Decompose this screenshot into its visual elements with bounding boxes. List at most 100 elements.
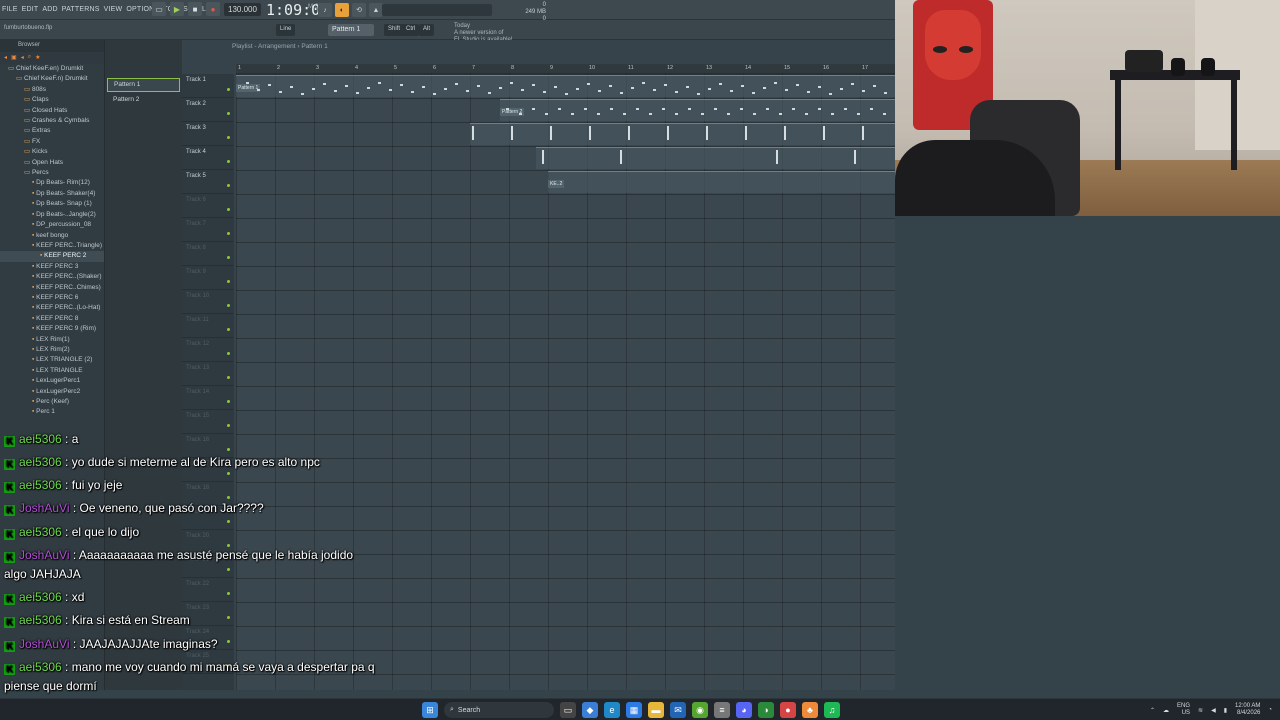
browser-item[interactable]: ▭ Open Hats [0, 158, 104, 168]
browser-item[interactable]: ▪ LEX Rim(1) [0, 335, 104, 345]
browser-item[interactable]: ▪ Perc 1 [0, 407, 104, 417]
track-mute-icon[interactable] [227, 184, 230, 187]
browser-item[interactable]: ▪ LexLugerPerc2 [0, 387, 104, 397]
pattern-selector[interactable]: Pattern 1 [328, 24, 374, 36]
clock[interactable]: 12:00 AM 8/4/2026 [1235, 703, 1260, 717]
browser-item[interactable]: ▭ Closed Hats [0, 106, 104, 116]
record-button[interactable]: ● [206, 2, 220, 16]
browser-item[interactable]: ▭ Extras [0, 126, 104, 136]
copilot-icon[interactable]: ◆ [582, 702, 598, 718]
browser-item[interactable]: ▪ KEEF PERC..Triangle) [0, 241, 104, 251]
browser-item[interactable]: ▭ Percs [0, 168, 104, 178]
track-mute-icon[interactable] [227, 88, 230, 91]
play-button[interactable]: ▶ [170, 2, 184, 16]
tempo-display[interactable]: 130.000 [224, 2, 261, 16]
track-header[interactable]: Track 9 [182, 266, 234, 290]
obs-icon[interactable]: ● [780, 702, 796, 718]
windows-start-icon[interactable]: ⊞ [422, 702, 438, 718]
menu-add[interactable]: ADD [40, 6, 59, 13]
wifi-icon[interactable]: ≋ [1198, 707, 1203, 714]
track-mute-icon[interactable] [227, 328, 230, 331]
step-edit-icon[interactable]: ▲ [369, 3, 383, 17]
track-mute-icon[interactable] [227, 352, 230, 355]
browser-item[interactable]: ▭ FX [0, 137, 104, 147]
language-indicator[interactable]: ENG US [1177, 703, 1190, 717]
cloud-icon[interactable]: ☁ [1163, 707, 1169, 714]
track-mute-icon[interactable] [227, 256, 230, 259]
browser-item[interactable]: ▪ Dp Beats- Rim(12) [0, 178, 104, 188]
stop-button[interactable]: ■ [188, 2, 202, 16]
edge-icon[interactable]: e [604, 702, 620, 718]
master-volume-slider[interactable] [382, 4, 492, 16]
time-ruler[interactable]: 1 2 3 4 5 6 7 8 9 10 11 12 13 14 15 16 17 [236, 64, 895, 74]
browser-item[interactable]: ▪ KEEF PERC 2 [0, 251, 104, 262]
snap-select[interactable]: Line [276, 24, 296, 36]
shift-key[interactable]: Shift [384, 24, 405, 36]
menu-file[interactable]: FILE [0, 6, 20, 13]
clip-track-4[interactable] [536, 147, 895, 169]
track-header[interactable]: Track 4 [182, 146, 234, 170]
discord-icon[interactable]: ◕ [736, 702, 752, 718]
browser-item[interactable]: ▪ KEEF PERC 6 [0, 293, 104, 303]
browser-item[interactable]: ▭ Chief KeeF.en) Drumkit [0, 64, 104, 74]
track-mute-icon[interactable] [227, 208, 230, 211]
pattern-item[interactable]: Pattern 2 [107, 94, 180, 108]
back-icon[interactable]: ◂ [4, 54, 7, 62]
browser-item[interactable]: ▪ LEX TRIANGLE (2) [0, 355, 104, 365]
alt-key[interactable]: Alt [419, 24, 435, 36]
browser-item[interactable]: ▭ Chief KeeF.n) Drumkit [0, 74, 104, 84]
task-view-icon[interactable]: ▭ [560, 702, 576, 718]
track-mute-icon[interactable] [227, 136, 230, 139]
menu-edit[interactable]: EDIT [20, 6, 41, 13]
ctrl-key[interactable]: Ctrl [402, 24, 420, 36]
browser-item[interactable]: ▪ Dp Beats- Shaker(4) [0, 189, 104, 199]
track-mute-icon[interactable] [227, 112, 230, 115]
clip-track-5[interactable]: KE..2 [548, 171, 895, 193]
collapse-icon[interactable]: ◂ [21, 54, 24, 62]
track-mute-icon[interactable] [227, 280, 230, 283]
browser-item[interactable]: ▭ Claps [0, 95, 104, 105]
browser-item[interactable]: ▪ Dp Beats- Snap (1) [0, 199, 104, 209]
track-header[interactable]: Track 2 [182, 98, 234, 122]
track-header[interactable]: Track 3 [182, 122, 234, 146]
browser-item[interactable]: ▪ KEEF PERC..Chimes) [0, 283, 104, 293]
track-header[interactable]: Track 12 [182, 338, 234, 362]
browser-item[interactable]: ▪ KEEF PERC 9 (Rim) [0, 324, 104, 334]
browser-item[interactable]: ▭ Kicks [0, 147, 104, 157]
browser-item[interactable]: ▭ Crashes & Cymbals [0, 116, 104, 126]
browser-item[interactable]: ▪ LexLugerPerc1 [0, 376, 104, 386]
browser-item[interactable]: ▪ KEEF PERC..(Shaker) [0, 272, 104, 282]
notification-icon[interactable]: ◔ [1268, 707, 1272, 713]
track-mute-icon[interactable] [227, 400, 230, 403]
track-header[interactable]: Track 6 [182, 194, 234, 218]
browser-item[interactable]: ▪ DP_percussion_08 [0, 220, 104, 230]
pattern-item[interactable]: Pattern 1 [107, 78, 180, 92]
wait-record-icon[interactable]: ◐ [335, 3, 349, 17]
battery-icon[interactable]: ▮ [1224, 707, 1227, 714]
notepad-icon[interactable]: ≡ [714, 702, 730, 718]
track-mute-icon[interactable] [227, 424, 230, 427]
track-header[interactable]: Track 11 [182, 314, 234, 338]
track-mute-icon[interactable] [227, 304, 230, 307]
volume-icon[interactable]: ◀ [1211, 707, 1216, 714]
chrome-icon[interactable]: ◉ [692, 702, 708, 718]
track-mute-icon[interactable] [227, 160, 230, 163]
menu-patterns[interactable]: PATTERNS [60, 6, 102, 13]
pattern-song-toggle[interactable]: ▭ [152, 2, 166, 16]
browser-item[interactable]: ▪ Perc (Keef) [0, 397, 104, 407]
taskbar-search[interactable]: ⌕ Search [444, 702, 554, 718]
menu-view[interactable]: VIEW [102, 6, 125, 13]
track-header[interactable]: Track 5 [182, 170, 234, 194]
browser-item[interactable]: ▪ KEEF PERC..(Lo-Hat) [0, 303, 104, 313]
track-header[interactable]: Track 13 [182, 362, 234, 386]
search-icon[interactable]: ⌕ [28, 54, 31, 62]
app-icon[interactable]: ◑ [758, 702, 774, 718]
star-icon[interactable]: ★ [35, 54, 40, 62]
folder-icon[interactable]: ▣ [11, 54, 17, 62]
track-header[interactable]: Track 7 [182, 218, 234, 242]
track-header[interactable]: Track 14 [182, 386, 234, 410]
store-icon[interactable]: ▦ [626, 702, 642, 718]
fl-studio-icon[interactable]: ♣ [802, 702, 818, 718]
chevron-up-icon[interactable]: ⌃ [1150, 707, 1155, 714]
file-explorer-icon[interactable]: ▬ [648, 702, 664, 718]
